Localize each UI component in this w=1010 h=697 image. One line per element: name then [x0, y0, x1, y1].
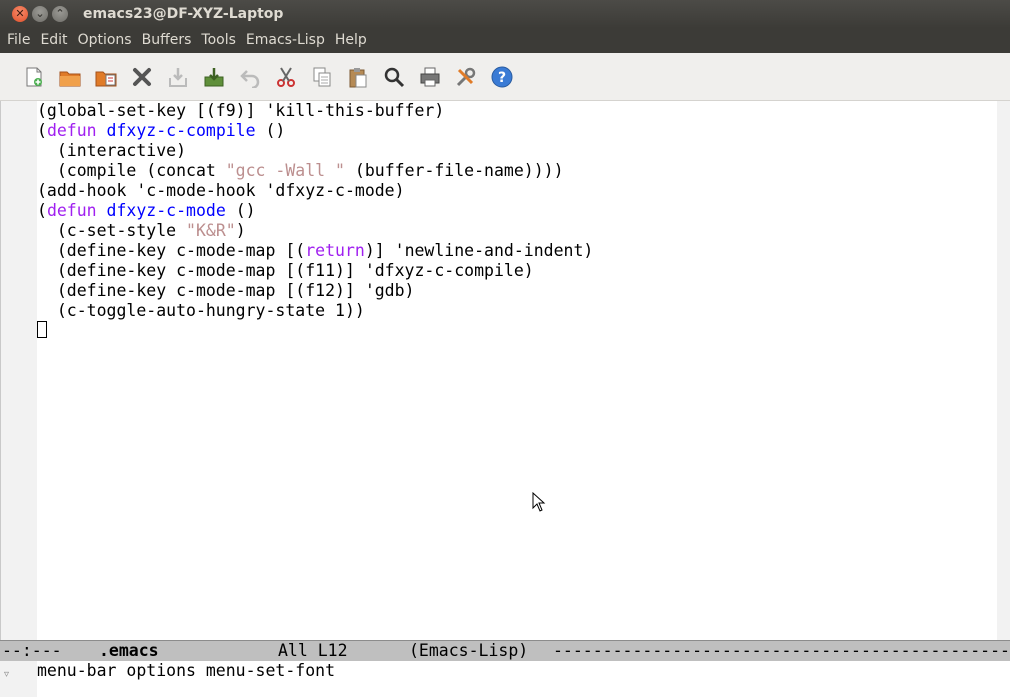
code-token: ( — [37, 121, 47, 140]
menu-tools[interactable]: Tools — [196, 28, 241, 53]
code-token: (define-key c-mode-map [(f12)] 'gdb) — [37, 281, 415, 300]
code-token: (define-key c-mode-map [( — [37, 241, 306, 260]
menu-help[interactable]: Help — [330, 28, 372, 53]
code-line[interactable]: (defun dfxyz-c-mode () — [37, 201, 256, 221]
close-buffer-icon[interactable] — [130, 65, 154, 89]
menu-edit[interactable]: Edit — [35, 28, 72, 53]
code-token: (c-toggle-auto-hungry-state 1)) — [37, 301, 365, 320]
code-line[interactable]: (defun dfxyz-c-compile () — [37, 121, 285, 141]
code-line[interactable]: (interactive) — [37, 141, 186, 161]
echo-fringe: ▿ — [0, 661, 37, 697]
modeline-fill: ----------------------------------------… — [553, 641, 1010, 660]
code-line[interactable]: (compile (concat "gcc -Wall " (buffer-fi… — [37, 161, 564, 181]
code-token: (define-key c-mode-map [(f11)] 'dfxyz-c-… — [37, 261, 534, 280]
right-fringe — [997, 101, 1010, 640]
code-token: (c-set-style — [37, 221, 187, 240]
save-icon[interactable] — [166, 65, 190, 89]
code-line[interactable]: (define-key c-mode-map [(f11)] 'dfxyz-c-… — [37, 261, 534, 281]
echo-area[interactable]: ▿ menu-bar options menu-set-font — [0, 661, 1010, 697]
code-token: () — [225, 201, 256, 220]
string-token: "K&R" — [186, 221, 236, 240]
menu-buffers[interactable]: Buffers — [137, 28, 197, 53]
echo-message: menu-bar options menu-set-font — [37, 661, 336, 680]
code-token: )] 'newline-and-indent) — [364, 241, 594, 260]
title-bar: ✕ ⌄ ⌃ emacs23@DF-XYZ-Laptop — [0, 0, 1010, 28]
code-line[interactable]: (c-set-style "K&R") — [37, 221, 246, 241]
help-icon[interactable]: ? — [490, 65, 514, 89]
editor-buffer[interactable]: (global-set-key [(f9)] 'kill-this-buffer… — [37, 101, 997, 640]
undo-icon[interactable] — [238, 65, 262, 89]
paste-icon[interactable] — [346, 65, 370, 89]
code-line[interactable]: (add-hook 'c-mode-hook 'dfxyz-c-mode) — [37, 181, 405, 201]
code-line[interactable]: (c-toggle-auto-hungry-state 1)) — [37, 301, 365, 321]
code-token: ( — [37, 201, 47, 220]
print-icon[interactable] — [418, 65, 442, 89]
menu-bar: File Edit Options Buffers Tools Emacs-Li… — [0, 28, 1010, 53]
keyword-token: return — [305, 241, 365, 260]
svg-text:?: ? — [498, 70, 506, 86]
left-fringe — [0, 101, 38, 640]
modeline-major-mode[interactable]: (Emacs-Lisp) — [409, 641, 528, 661]
menu-file[interactable]: File — [2, 28, 35, 53]
menu-options[interactable]: Options — [73, 28, 137, 53]
new-file-icon[interactable] — [22, 65, 46, 89]
keyword-token: defun — [46, 121, 97, 140]
string-token: "gcc -Wall " — [225, 161, 345, 180]
copy-icon[interactable] — [310, 65, 334, 89]
preferences-icon[interactable] — [454, 65, 478, 89]
function-name-token: dfxyz-c-mode — [106, 201, 226, 220]
modeline-buffer-name[interactable]: .emacs — [99, 641, 159, 661]
text-cursor — [37, 321, 47, 338]
function-name-token: dfxyz-c-compile — [106, 121, 256, 140]
code-token: ) — [235, 221, 246, 240]
tool-bar: ? — [0, 53, 1010, 101]
mode-line[interactable]: --:--- .emacs All L12 (Emacs-Lisp) -----… — [0, 640, 1010, 661]
code-token: (add-hook 'c-mode-hook 'dfxyz-c-mode) — [37, 181, 405, 200]
search-icon[interactable] — [382, 65, 406, 89]
code-token: (global-set-key [(f9)] 'kill-this-buffer… — [37, 101, 445, 120]
code-token: (interactive) — [37, 141, 187, 160]
keyword-token: defun — [46, 201, 97, 220]
code-line[interactable]: (define-key c-mode-map [(return)] 'newli… — [37, 241, 593, 261]
window-title: emacs23@DF-XYZ-Laptop — [83, 6, 284, 22]
minimize-window-button[interactable]: ⌄ — [32, 6, 48, 22]
save-as-icon[interactable] — [202, 65, 226, 89]
open-folder-icon[interactable] — [58, 65, 82, 89]
resize-grip-icon[interactable]: ▿ — [4, 669, 9, 680]
mouse-pointer-icon — [532, 492, 546, 512]
dired-icon[interactable] — [94, 65, 118, 89]
code-token: (compile (concat — [37, 161, 226, 180]
code-line[interactable]: (define-key c-mode-map [(f12)] 'gdb) — [37, 281, 415, 301]
modeline-status: --:--- — [2, 641, 62, 660]
cut-icon[interactable] — [274, 65, 298, 89]
modeline-position: All L12 — [278, 641, 348, 660]
close-window-button[interactable]: ✕ — [12, 6, 28, 22]
code-token: (buffer-file-name)))) — [344, 161, 564, 180]
maximize-window-button[interactable]: ⌃ — [52, 6, 68, 22]
menu-emacs-lisp[interactable]: Emacs-Lisp — [241, 28, 330, 53]
code-token: () — [255, 121, 286, 140]
code-line[interactable]: (global-set-key [(f9)] 'kill-this-buffer… — [37, 101, 444, 121]
